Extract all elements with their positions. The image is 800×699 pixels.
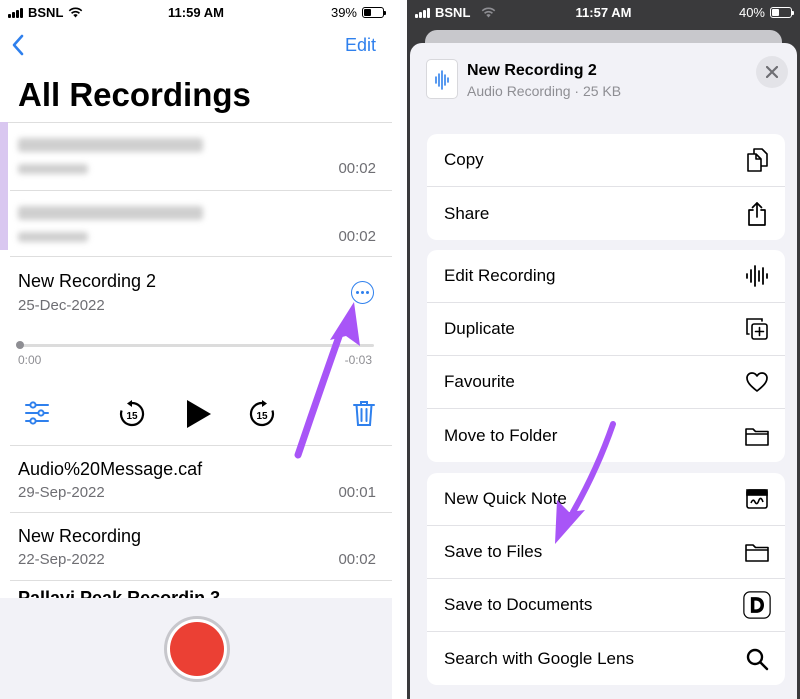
battery-group: 39% (330, 5, 386, 20)
action-favourite[interactable]: Favourite (427, 356, 785, 409)
voice-memos-list-screen: BSNL 11:59 AM 39% Edit All Recordings 00… (0, 0, 392, 699)
skip-forward-15-icon[interactable]: 15 (248, 400, 276, 428)
recording-name[interactable]: New Recording (18, 526, 141, 547)
battery-percent: 39% (330, 5, 357, 20)
svg-text:15: 15 (126, 411, 138, 422)
recording-row-blurred[interactable]: 00:02 (0, 122, 392, 190)
more-options-button[interactable] (351, 281, 374, 304)
edit-button[interactable]: Edit (345, 35, 376, 56)
battery-percent: 40% (738, 5, 765, 20)
action-search-google-lens[interactable]: Search with Google Lens (427, 632, 785, 685)
recording-date: 29-Sep-2022 (18, 484, 105, 501)
action-move-to-folder[interactable]: Move to Folder (427, 409, 785, 462)
scrubber-knob[interactable] (16, 341, 24, 349)
recording-name[interactable]: Audio%20Message.caf (18, 459, 202, 480)
action-label: Copy (444, 150, 484, 169)
battery-icon (770, 7, 794, 18)
battery-group: 40% (738, 5, 794, 20)
close-icon (766, 66, 778, 78)
duplicate-icon (743, 315, 771, 343)
recording-duration: 00:02 (338, 160, 376, 177)
battery-icon (362, 7, 386, 18)
recording-duration: 00:01 (338, 484, 376, 501)
file-title: New Recording 2 (467, 62, 597, 79)
action-label: Save to Documents (444, 595, 593, 614)
expanded-recording-date: 25-Dec-2022 (18, 297, 105, 314)
close-button[interactable] (756, 56, 788, 88)
action-label: Share (444, 203, 490, 223)
blurred-date (18, 164, 88, 174)
action-group-recording: Edit Recording Duplicate Favourite Move … (427, 250, 785, 462)
share-sheet-screen: BSNL 11:57 AM 40% New Recording 2 Audio … (407, 0, 800, 699)
recording-duration: 00:02 (338, 551, 376, 568)
action-save-to-documents[interactable]: Save to Documents (427, 579, 785, 632)
action-label: Duplicate (444, 319, 515, 338)
folder-icon (743, 422, 771, 450)
divider (10, 256, 392, 257)
divider (10, 580, 392, 581)
share-icon (743, 200, 771, 228)
magnifier-icon (743, 645, 771, 673)
back-chevron-icon[interactable] (10, 34, 26, 56)
status-bar: BSNL 11:57 AM 40% (407, 0, 800, 24)
blurred-date (18, 232, 88, 242)
audio-file-icon (426, 59, 458, 99)
svg-text:15: 15 (256, 411, 268, 422)
action-label: Search with Google Lens (444, 648, 634, 668)
sliders-icon[interactable] (24, 401, 50, 425)
action-edit-recording[interactable]: Edit Recording (427, 250, 785, 303)
action-share[interactable]: Share (427, 187, 785, 240)
remaining-time: -0:03 (344, 353, 372, 367)
action-label: Edit Recording (444, 266, 556, 285)
action-copy[interactable]: Copy (427, 134, 785, 187)
divider (10, 445, 392, 446)
action-duplicate[interactable]: Duplicate (427, 303, 785, 356)
action-label: Favourite (444, 372, 515, 391)
action-label: Save to Files (444, 542, 543, 561)
elapsed-time: 0:00 (18, 353, 42, 367)
action-label: New Quick Note (444, 489, 567, 508)
quick-note-icon (743, 485, 771, 513)
copy-icon (743, 146, 771, 174)
blurred-title (18, 138, 203, 152)
action-new-quick-note[interactable]: New Quick Note (427, 473, 785, 526)
waveform-icon (743, 262, 771, 290)
status-bar: BSNL 11:59 AM 39% (0, 0, 392, 24)
recording-row-blurred[interactable]: 00:02 (0, 190, 392, 256)
documents-app-icon (743, 591, 771, 619)
heart-icon (743, 368, 771, 396)
action-save-to-files[interactable]: Save to Files (427, 526, 785, 579)
file-subtitle: Audio Recording · 25 KB (467, 83, 622, 99)
panel-separator (392, 0, 407, 699)
action-group-primary: Copy Share (427, 134, 785, 240)
page-title: All Recordings (18, 76, 251, 113)
skip-back-15-icon[interactable]: 15 (118, 400, 146, 428)
folder-icon (743, 538, 771, 566)
annotation-arrow (294, 302, 360, 459)
share-sheet: New Recording 2 Audio Recording · 25 KB … (410, 43, 797, 699)
action-group-apps: New Quick Note Save to Files Save to Doc… (427, 473, 785, 685)
play-icon[interactable] (183, 398, 213, 430)
trash-icon[interactable] (352, 400, 376, 427)
blurred-title (18, 206, 203, 220)
recording-date: 22-Sep-2022 (18, 551, 105, 568)
record-dot-icon (170, 622, 224, 676)
expanded-recording-name[interactable]: New Recording 2 (18, 271, 156, 292)
action-label: Move to Folder (444, 425, 558, 445)
divider (10, 512, 392, 513)
playback-scrubber[interactable] (18, 344, 374, 347)
recording-duration: 00:02 (338, 228, 376, 245)
record-button[interactable] (164, 616, 230, 682)
